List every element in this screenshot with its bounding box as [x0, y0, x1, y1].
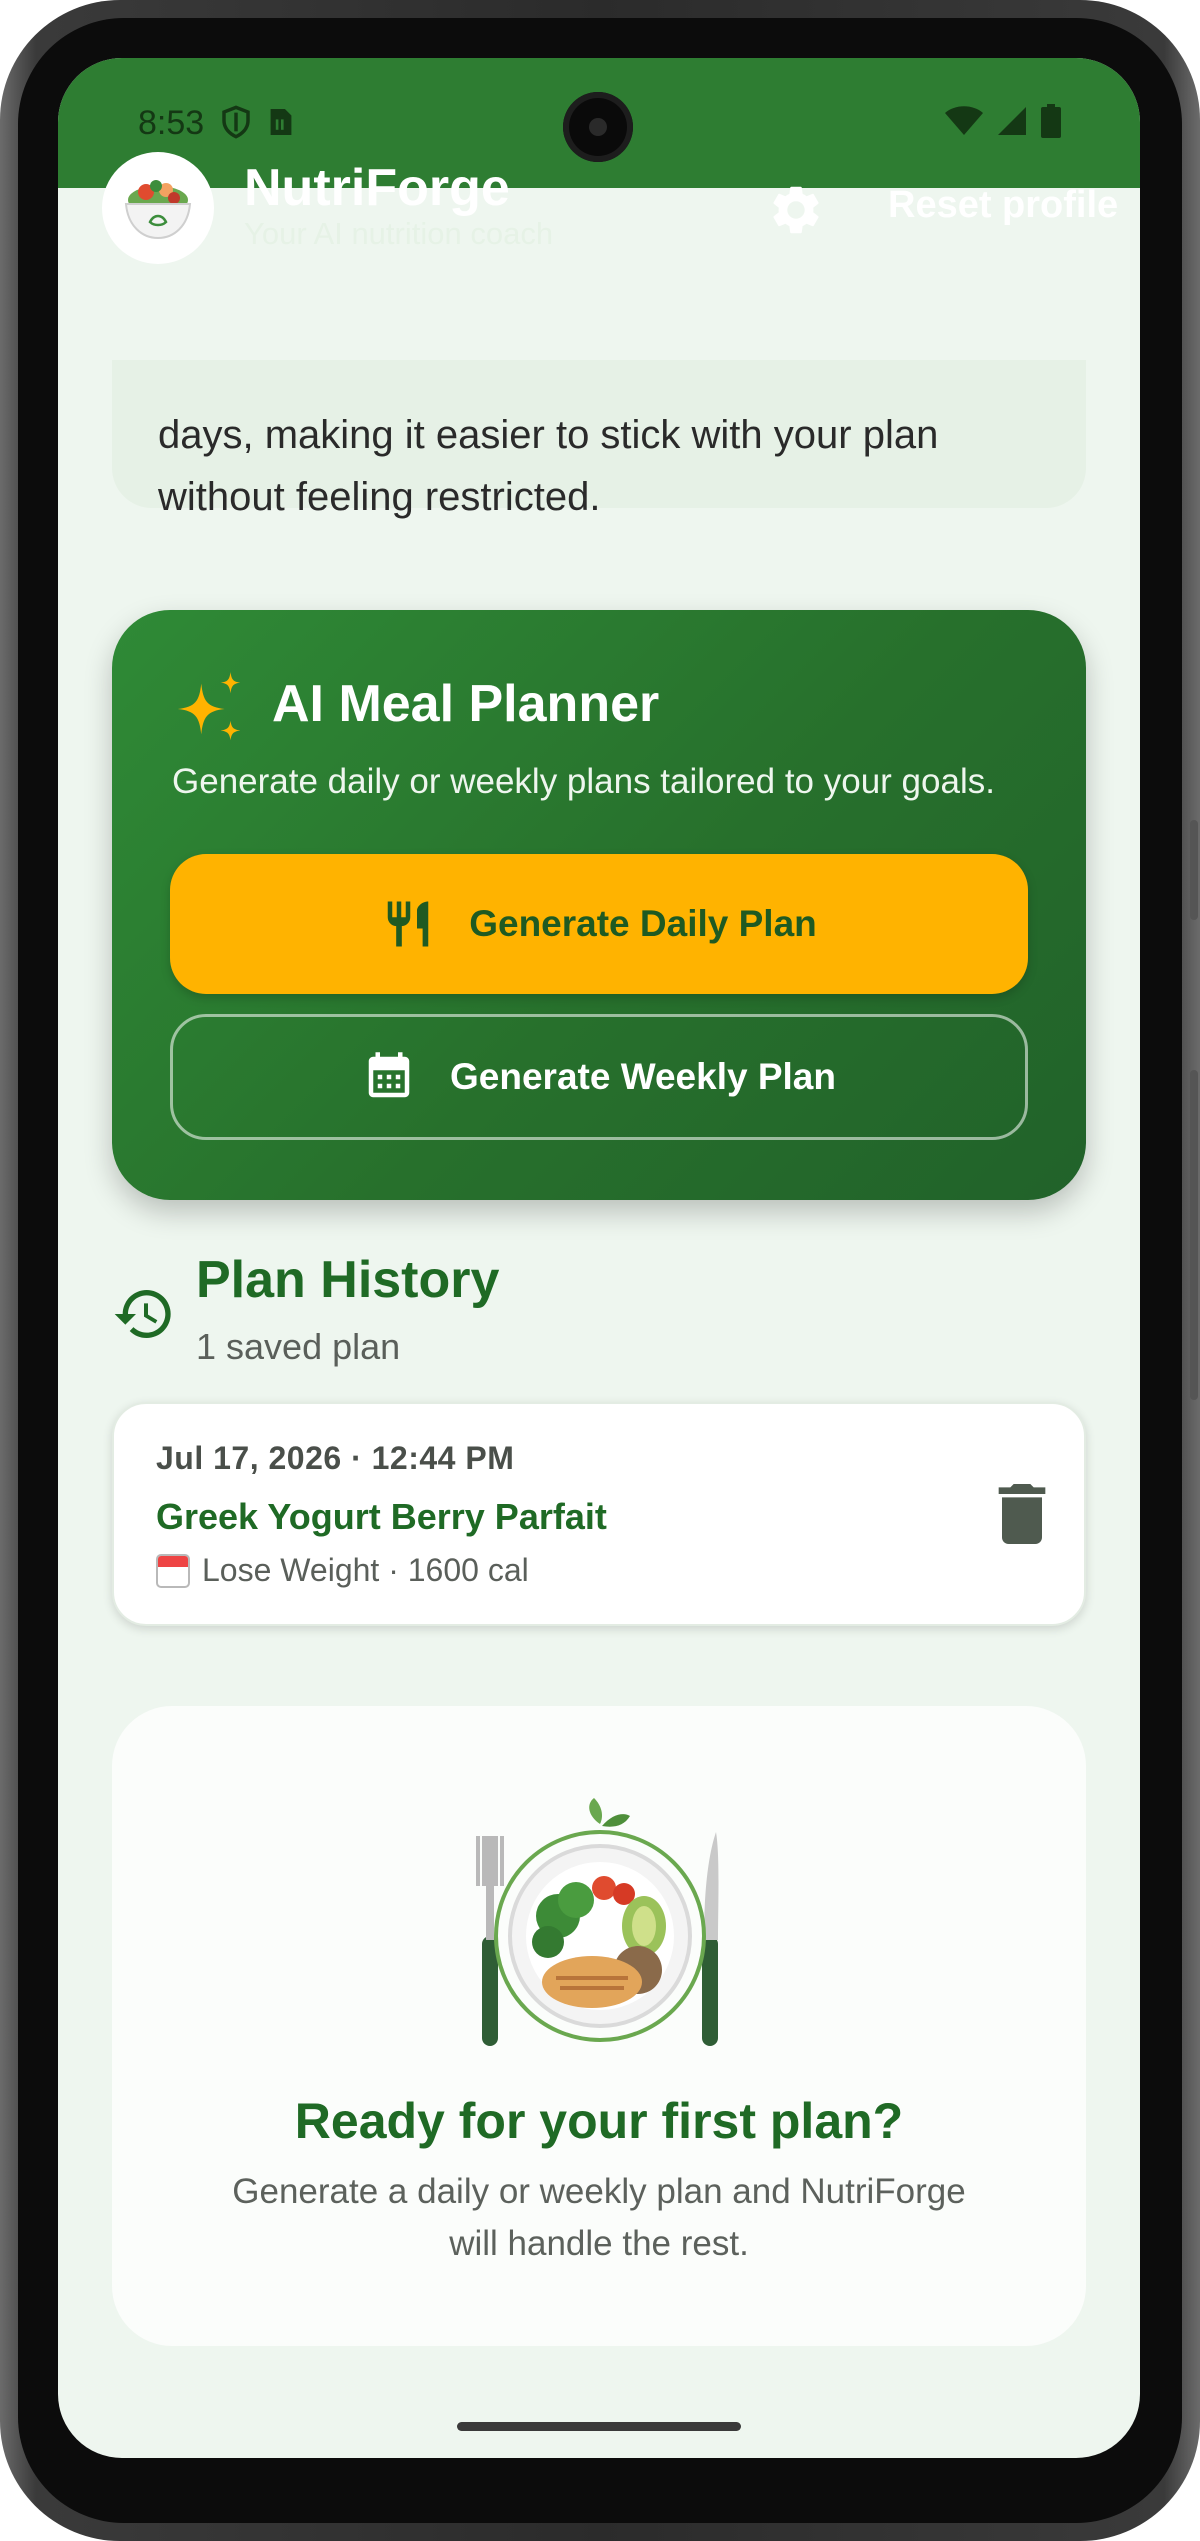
- plan-history-count: 1 saved plan: [196, 1326, 401, 1367]
- settings-button[interactable]: [764, 178, 828, 242]
- salad-bowl-icon: [124, 180, 192, 240]
- empty-state-description: Generate a daily or weekly plan and Nutr…: [232, 2172, 966, 2263]
- meal-planner-card: AI Meal Planner Generate daily or weekly…: [112, 610, 1086, 1200]
- generate-weekly-plan-label: Generate Weekly Plan: [450, 1056, 836, 1097]
- sparkle-icon: [177, 671, 241, 741]
- empty-state-title: Ready for your first plan?: [294, 2093, 904, 2149]
- app-subtitle: Your AI nutrition coach: [244, 216, 554, 251]
- plan-history-title: Plan History: [196, 1251, 500, 1309]
- meal-planner-title: AI Meal Planner: [272, 675, 660, 733]
- generate-daily-plan-label: Generate Daily Plan: [469, 903, 817, 944]
- generate-daily-plan-button[interactable]: Generate Daily Plan: [170, 854, 1028, 994]
- volume-button: [1190, 1070, 1198, 1400]
- scroll-content[interactable]: days, making it easier to stick with you…: [58, 360, 1140, 2458]
- calendar-icon: [368, 1052, 410, 1098]
- meal-planner-description: Generate daily or weekly plans tailored …: [172, 762, 995, 801]
- fork-knife-icon: [387, 901, 429, 947]
- generate-weekly-plan-button[interactable]: Generate Weekly Plan: [170, 1014, 1028, 1140]
- plan-meta: Lose Weight · 1600 cal: [202, 1552, 529, 1588]
- history-icon: [114, 1290, 171, 1338]
- power-button: [1190, 820, 1198, 920]
- home-indicator[interactable]: [457, 2422, 741, 2431]
- plan-name: Greek Yogurt Berry Parfait: [156, 1496, 607, 1537]
- app-logo: [102, 152, 214, 264]
- delete-plan-icon[interactable]: [998, 1484, 1046, 1544]
- saved-plan-card[interactable]: Jul 17, 2026 · 12:44 PM Greek Yogurt Ber…: [112, 1402, 1086, 1626]
- calendar-emoji-icon: [156, 1553, 190, 1588]
- app-title: NutriForge: [244, 159, 510, 217]
- screen: 8:53 NutriForge Your AI nutrition coach …: [58, 58, 1140, 2458]
- info-card-text: days, making it easier to stick with you…: [158, 413, 939, 519]
- meal-plate-illustration: [476, 1798, 719, 2046]
- empty-state-card: Ready for your first plan? Generate a da…: [112, 1706, 1086, 2346]
- gear-icon: [773, 186, 819, 234]
- app-bar: NutriForge Your AI nutrition coach Reset…: [58, 58, 1140, 360]
- phone-frame: 8:53 NutriForge Your AI nutrition coach …: [0, 0, 1200, 2541]
- plan-date: Jul 17, 2026 · 12:44 PM: [156, 1440, 515, 1476]
- plan-meta-row: Lose Weight · 1600 cal: [156, 1552, 529, 1589]
- reset-profile-button[interactable]: Reset profile: [888, 184, 1118, 227]
